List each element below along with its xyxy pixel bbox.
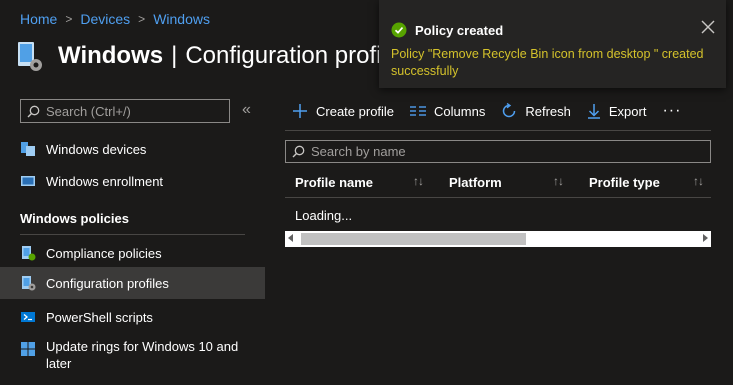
success-check-icon: [391, 22, 407, 38]
notification-toast: Policy created Policy "Remove Recycle Bi…: [379, 0, 726, 88]
create-profile-label: Create profile: [316, 103, 395, 119]
profiles-table-header: Profile name ↑↓ Platform ↑↓ Profile type…: [285, 170, 711, 198]
refresh-button[interactable]: Refresh: [501, 103, 571, 119]
sidebar-item-label: PowerShell scripts: [46, 309, 153, 325]
windows-logo-icon: [21, 342, 35, 356]
section-divider: [20, 234, 245, 235]
sort-icon[interactable]: ↑↓: [553, 174, 564, 188]
section-header-windows-policies: Windows policies: [20, 211, 129, 226]
sort-icon[interactable]: ↑↓: [413, 174, 424, 188]
more-options-icon[interactable]: ···: [662, 102, 681, 120]
horizontal-scrollbar[interactable]: [285, 231, 711, 247]
sidebar-item-label: Windows devices: [46, 141, 147, 157]
loading-indicator: Loading...: [295, 208, 353, 223]
compliance-policies-icon: [22, 246, 36, 261]
breadcrumb: Home > Devices > Windows: [20, 11, 210, 27]
powershell-scripts-icon: [21, 312, 35, 322]
columns-button[interactable]: Columns: [410, 104, 485, 119]
windows-enrollment-icon: [21, 176, 35, 186]
toast-title: Policy created: [415, 23, 504, 38]
sidebar-item-label: Update rings for Windows 10 and later: [46, 339, 239, 371]
sidebar-item-update-rings[interactable]: Update rings for Windows 10 and later: [0, 338, 265, 374]
sidebar-item-windows-devices[interactable]: Windows devices: [0, 138, 265, 160]
toolbar-divider: [285, 130, 711, 131]
breadcrumb-separator-icon: >: [138, 12, 146, 26]
page-title-divider: |: [171, 42, 178, 69]
search-icon: [292, 145, 305, 158]
sidebar-item-powershell-scripts[interactable]: PowerShell scripts: [0, 306, 265, 328]
refresh-label: Refresh: [525, 103, 571, 119]
sort-icon[interactable]: ↑↓: [693, 174, 704, 188]
sidebar-item-configuration-profiles[interactable]: Configuration profiles: [0, 267, 265, 299]
create-profile-button[interactable]: Create profile: [292, 103, 394, 119]
sidebar-item-label: Windows enrollment: [46, 173, 164, 189]
export-label: Export: [608, 103, 647, 119]
columns-icon: [410, 106, 427, 116]
sidebar-item-label: Configuration profiles: [46, 275, 169, 291]
column-header-profile-name[interactable]: Profile name: [295, 175, 373, 190]
sidebar-item-windows-enrollment[interactable]: Windows enrollment: [0, 170, 265, 192]
plus-icon: [293, 104, 307, 118]
sidebar-search-box[interactable]: [20, 99, 230, 123]
breadcrumb-separator-icon: >: [65, 12, 73, 26]
download-icon: [587, 104, 600, 119]
windows-devices-icon: [21, 142, 35, 156]
sidebar-search-input[interactable]: [46, 103, 216, 119]
toast-message: Policy "Remove Recycle Bin icon from des…: [391, 47, 704, 78]
close-icon[interactable]: [701, 20, 715, 34]
scrollbar-thumb[interactable]: [301, 233, 526, 245]
breadcrumb-windows[interactable]: Windows: [153, 11, 210, 27]
sidebar-item-label: Compliance policies: [46, 245, 162, 261]
scroll-right-icon[interactable]: [703, 234, 708, 242]
search-by-name-box[interactable]: [285, 140, 711, 163]
export-button[interactable]: Export: [587, 103, 647, 119]
page-header: Windows | Configuration profi: [16, 38, 381, 74]
page-title: Windows | Configuration profi: [58, 42, 381, 70]
breadcrumb-devices[interactable]: Devices: [80, 11, 130, 27]
configuration-profiles-icon: [22, 276, 36, 291]
scroll-left-icon[interactable]: [288, 234, 293, 242]
search-icon: [27, 105, 40, 117]
columns-label: Columns: [434, 103, 486, 119]
column-header-profile-type[interactable]: Profile type: [589, 175, 660, 190]
page-title-rest: Configuration profi: [185, 42, 382, 69]
collapse-sidebar-button[interactable]: «: [242, 101, 251, 119]
breadcrumb-home[interactable]: Home: [20, 11, 57, 27]
configuration-profiles-app-icon: [18, 42, 42, 71]
column-header-platform[interactable]: Platform: [449, 175, 502, 190]
search-by-name-input[interactable]: [311, 144, 691, 159]
page-title-strong: Windows: [58, 42, 164, 69]
sidebar-item-compliance-policies[interactable]: Compliance policies: [0, 242, 265, 264]
command-bar: Create profile Columns Refresh Export ··…: [292, 100, 681, 122]
refresh-icon: [503, 103, 516, 118]
